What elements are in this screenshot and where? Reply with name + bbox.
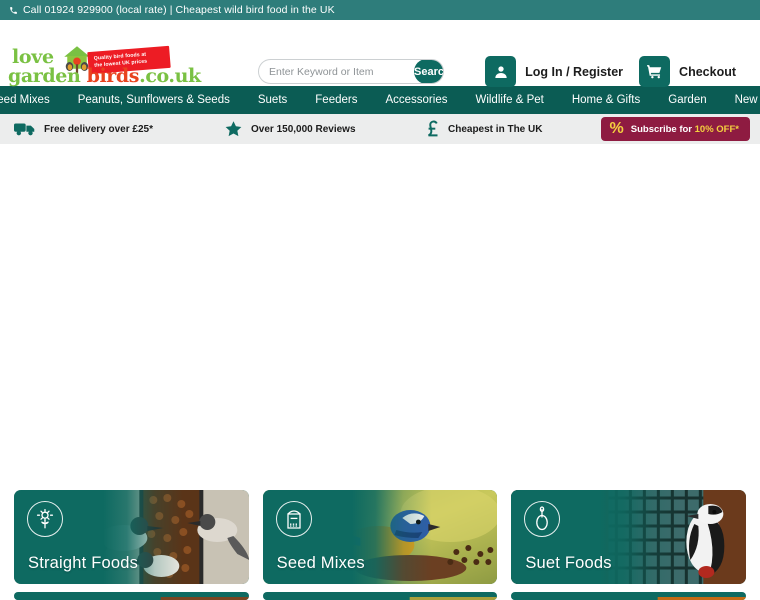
phone-icon [9, 6, 18, 15]
promo-text-before: Subscribe for [630, 123, 695, 135]
nav-item-garden[interactable]: Garden [654, 86, 720, 114]
site-header: love Quality bird foods at the lowest UK… [0, 20, 760, 87]
usp-cheapest-text: Cheapest in The UK [448, 123, 543, 135]
category-card-grid-row-2 [0, 592, 760, 600]
category-card-row2-1[interactable] [14, 592, 249, 600]
logo-text-domain: garden birds.co.uk [8, 67, 201, 86]
card-photo-row2-2 [262, 592, 498, 600]
announcement-text: Call 01924 929900 (local rate) | Cheapes… [23, 4, 335, 16]
promo-text-highlight: 10% OFF* [694, 123, 739, 135]
usp-bar: Free delivery over £25* Over 150,000 Rev… [0, 114, 760, 144]
logo-text-birds: birds [86, 65, 140, 87]
search-bar: Search [258, 59, 444, 84]
card-title-straight-foods: Straight Foods [28, 554, 139, 572]
checkout-button[interactable]: Checkout [639, 56, 736, 87]
announcement-bar: Call 01924 929900 (local rate) | Cheapes… [0, 0, 760, 20]
nav-item-accessories[interactable]: Accessories [371, 86, 461, 114]
card-photo-row2-3 [511, 592, 746, 600]
usp-free-delivery: Free delivery over £25* [14, 121, 153, 137]
delivery-truck-icon [14, 121, 36, 137]
category-card-seed-mixes[interactable]: Seed Mixes [262, 490, 498, 584]
card-photo-row2-1 [14, 592, 249, 600]
nav-item-wildlife-pet[interactable]: Wildlife & Pet [461, 86, 557, 114]
hero-banner-area [0, 144, 760, 490]
usp-reviews-text: Over 150,000 Reviews [251, 123, 356, 135]
cart-icon [639, 56, 671, 87]
category-card-grid: Straight Foods Seed Mixes Suet Foods [0, 490, 760, 584]
nav-item-new-in[interactable]: New In [721, 86, 760, 114]
search-button[interactable]: Search [414, 60, 443, 83]
site-logo[interactable]: love Quality bird foods at the lowest UK… [8, 45, 201, 93]
logo-text-tld: .co.uk [139, 65, 201, 87]
subscribe-promo-button[interactable]: % Subscribe for 10% OFF* [600, 117, 750, 141]
seed-bag-icon [275, 501, 312, 537]
subscribe-promo-label: Subscribe for 10% OFF* [631, 124, 739, 135]
user-icon [485, 56, 517, 87]
category-card-suet-foods[interactable]: Suet Foods [511, 490, 746, 584]
login-register-button[interactable]: Log In / Register [485, 56, 623, 87]
star-icon [224, 120, 243, 138]
category-card-row2-3[interactable] [511, 592, 746, 600]
login-register-label: Log In / Register [525, 64, 624, 79]
usp-free-delivery-text: Free delivery over £25* [44, 123, 153, 135]
pound-sterling-icon [426, 120, 440, 138]
nav-item-suets[interactable]: Suets [244, 86, 301, 114]
percent-icon: % [609, 120, 624, 137]
card-title-suet-foods: Suet Foods [525, 554, 612, 572]
usp-cheapest: Cheapest in The UK [426, 120, 542, 138]
category-card-straight-foods[interactable]: Straight Foods [14, 490, 249, 584]
checkout-label: Checkout [679, 64, 736, 79]
usp-reviews: Over 150,000 Reviews [224, 120, 356, 138]
category-card-row2-2[interactable] [262, 592, 498, 600]
search-input[interactable] [259, 60, 414, 83]
logo-text-garden: garden [8, 65, 87, 87]
header-account-area: Log In / Register Checkout [485, 56, 736, 87]
sunflower-icon [27, 501, 63, 537]
card-title-seed-mixes: Seed Mixes [276, 554, 365, 572]
nav-item-home-gifts[interactable]: Home & Gifts [558, 86, 654, 114]
nav-item-feeders[interactable]: Feeders [301, 86, 371, 114]
